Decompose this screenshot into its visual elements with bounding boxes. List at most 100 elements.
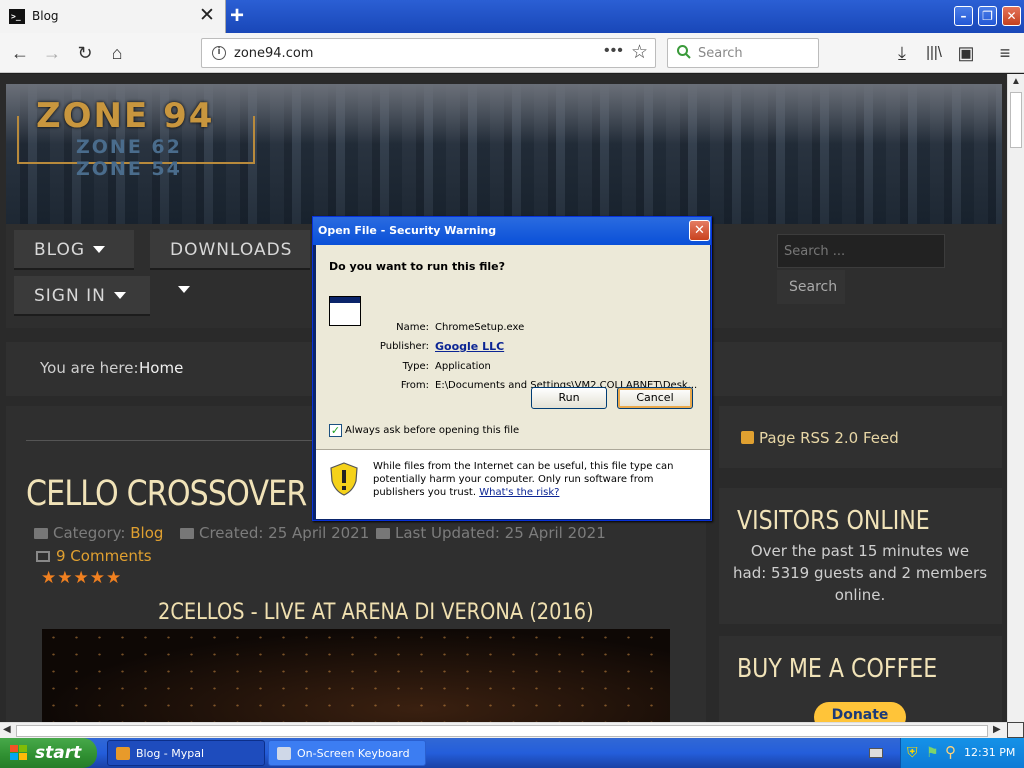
- video-thumbnail: [42, 629, 670, 722]
- address-text[interactable]: zone94.com: [234, 46, 313, 61]
- comments-link[interactable]: 9 Comments: [36, 547, 152, 565]
- taskbar-item-label: Blog - Mypal: [136, 747, 205, 760]
- menu-downloads[interactable]: DOWNLOADS: [150, 230, 310, 293]
- start-button[interactable]: start: [0, 738, 97, 768]
- logo-sub-2: ZONE 54: [76, 158, 182, 180]
- article-title[interactable]: CELLO CROSSOVER M: [26, 474, 341, 514]
- publisher-link[interactable]: Google LLC: [435, 340, 504, 353]
- run-button[interactable]: Run: [531, 387, 607, 409]
- video-player[interactable]: [42, 629, 670, 722]
- taskbar-item-keyboard[interactable]: On-Screen Keyboard: [268, 740, 426, 766]
- warning-shield-icon: [330, 462, 358, 496]
- file-name: ChromeSetup.exe: [435, 322, 525, 333]
- logo-sub-1: ZONE 62: [76, 136, 182, 158]
- dialog-question: Do you want to run this file?: [329, 260, 505, 273]
- taskbar-item-label: On-Screen Keyboard: [297, 747, 410, 760]
- network-icon[interactable]: ⚑: [926, 744, 939, 761]
- bookmark-star-icon[interactable]: ☆: [631, 41, 648, 64]
- download-icon[interactable]: ⤓: [889, 40, 915, 66]
- search-placeholder: Search: [698, 46, 743, 61]
- article-updated: Last Updated: 25 April 2021: [376, 524, 606, 542]
- terminal-favicon-icon: >_: [9, 9, 25, 24]
- category-label: Category:: [53, 524, 126, 542]
- rating-stars[interactable]: ★★★★★: [41, 568, 122, 588]
- category-link[interactable]: Blog: [130, 524, 163, 542]
- keyboard-tray-icon[interactable]: [869, 748, 883, 758]
- caret-down-icon: [113, 292, 126, 299]
- menu-sign-in-label: SIGN IN: [34, 286, 106, 306]
- article-category: Category: Blog: [34, 524, 163, 542]
- tab-close-icon[interactable]: ✕: [199, 5, 215, 27]
- risk-link[interactable]: What's the risk?: [479, 487, 559, 498]
- cancel-button[interactable]: Cancel: [617, 387, 693, 409]
- menu-downloads-label: DOWNLOADS: [170, 240, 293, 260]
- windows-logo-icon: [10, 745, 27, 760]
- search-tray-icon[interactable]: ⚲: [945, 743, 956, 761]
- rss-link[interactable]: Page RSS 2.0 Feed: [741, 429, 899, 447]
- caret-down-icon: [178, 286, 190, 293]
- rss-module: Page RSS 2.0 Feed: [719, 406, 1002, 468]
- site-logo[interactable]: ZONE 94: [36, 96, 214, 136]
- home-icon[interactable]: ⌂: [104, 40, 130, 66]
- name-label: Name:: [396, 322, 429, 333]
- dialog-title[interactable]: Open File - Security Warning: [313, 217, 711, 245]
- dialog-close-button[interactable]: ✕: [689, 220, 710, 241]
- sidebar-icon[interactable]: ▣: [953, 40, 979, 66]
- header-banner: ZONE 94 ZONE 62 ZONE 54: [6, 84, 1002, 224]
- always-ask-checkbox[interactable]: ✓: [329, 424, 342, 437]
- publisher-label: Publisher:: [379, 341, 429, 352]
- menu-sign-in[interactable]: SIGN IN: [14, 276, 150, 316]
- tab-blog[interactable]: >_ Blog ✕: [0, 0, 226, 33]
- search-icon: [677, 45, 691, 59]
- desktop: >_ Blog ✕ + – ❐ ✕ ← → ↻ ⌂ i zone94.com •…: [0, 0, 1024, 768]
- restore-button[interactable]: ❐: [978, 6, 997, 26]
- article-created: Created: 25 April 2021: [180, 524, 369, 542]
- always-ask-label[interactable]: Always ask before opening this file: [345, 425, 519, 436]
- vertical-scrollbar[interactable]: ▲: [1007, 74, 1024, 722]
- security-warning-dialog: Open File - Security Warning ✕ Do you wa…: [312, 216, 712, 521]
- security-shield-icon[interactable]: ⛨: [907, 744, 918, 761]
- back-arrow-icon[interactable]: ←: [7, 40, 33, 66]
- created-date: Created: 25 April 2021: [199, 524, 370, 542]
- vertical-scroll-thumb[interactable]: [1010, 92, 1022, 148]
- forward-arrow-icon[interactable]: →: [39, 40, 65, 66]
- taskbar: start Blog - Mypal On-Screen Keyboard ⛨ …: [0, 738, 1024, 768]
- updated-date: Last Updated: 25 April 2021: [395, 524, 606, 542]
- caret-down-icon: [93, 246, 106, 253]
- comments-count: 9 Comments: [56, 547, 152, 565]
- reload-icon[interactable]: ↻: [72, 40, 98, 66]
- scroll-right-icon[interactable]: ▶: [993, 724, 1001, 735]
- visitors-heading: VISITORS ONLINE: [737, 506, 930, 536]
- visitors-module: VISITORS ONLINE Over the past 15 minutes…: [719, 488, 1002, 624]
- address-bar[interactable]: i zone94.com ••• ☆: [201, 38, 656, 68]
- page-actions-icon[interactable]: •••: [604, 42, 624, 60]
- keyboard-app-icon: [277, 747, 291, 760]
- coffee-module: BUY ME A COFFEE Donate: [719, 636, 1002, 722]
- calendar-icon: [376, 528, 390, 539]
- horizontal-scrollbar[interactable]: ◀ ▶: [0, 722, 1007, 738]
- minimize-button[interactable]: –: [954, 6, 973, 26]
- browser-search-box[interactable]: Search: [667, 38, 819, 68]
- article-subheading: 2CELLOS - LIVE AT ARENA DI VERONA (2016): [158, 600, 594, 625]
- donate-button[interactable]: Donate: [814, 702, 906, 722]
- menu-hamburger-icon[interactable]: ≡: [992, 40, 1018, 66]
- menu-blog-label: BLOG: [34, 240, 86, 260]
- scroll-up-icon[interactable]: ▲: [1011, 76, 1021, 87]
- dialog-body: Do you want to run this file? Name: Chro…: [316, 245, 710, 519]
- menu-blog[interactable]: BLOG: [14, 230, 134, 270]
- type-label: Type:: [402, 361, 429, 372]
- from-label: From:: [400, 380, 429, 391]
- scrollbar-corner: [1007, 722, 1024, 738]
- scroll-left-icon[interactable]: ◀: [3, 724, 11, 735]
- horizontal-scroll-thumb[interactable]: [16, 725, 988, 737]
- start-label: start: [35, 743, 82, 763]
- site-search-input[interactable]: Search ...: [777, 234, 945, 268]
- window-close-button[interactable]: ✕: [1002, 6, 1021, 26]
- new-tab-button[interactable]: +: [230, 2, 244, 30]
- library-icon[interactable]: |||\: [921, 40, 947, 66]
- coffee-heading: BUY ME A COFFEE: [737, 654, 938, 684]
- info-icon[interactable]: i: [212, 46, 226, 60]
- taskbar-item-browser[interactable]: Blog - Mypal: [107, 740, 265, 766]
- site-search-button[interactable]: Search: [777, 270, 845, 304]
- breadcrumb-home[interactable]: Home: [139, 359, 183, 377]
